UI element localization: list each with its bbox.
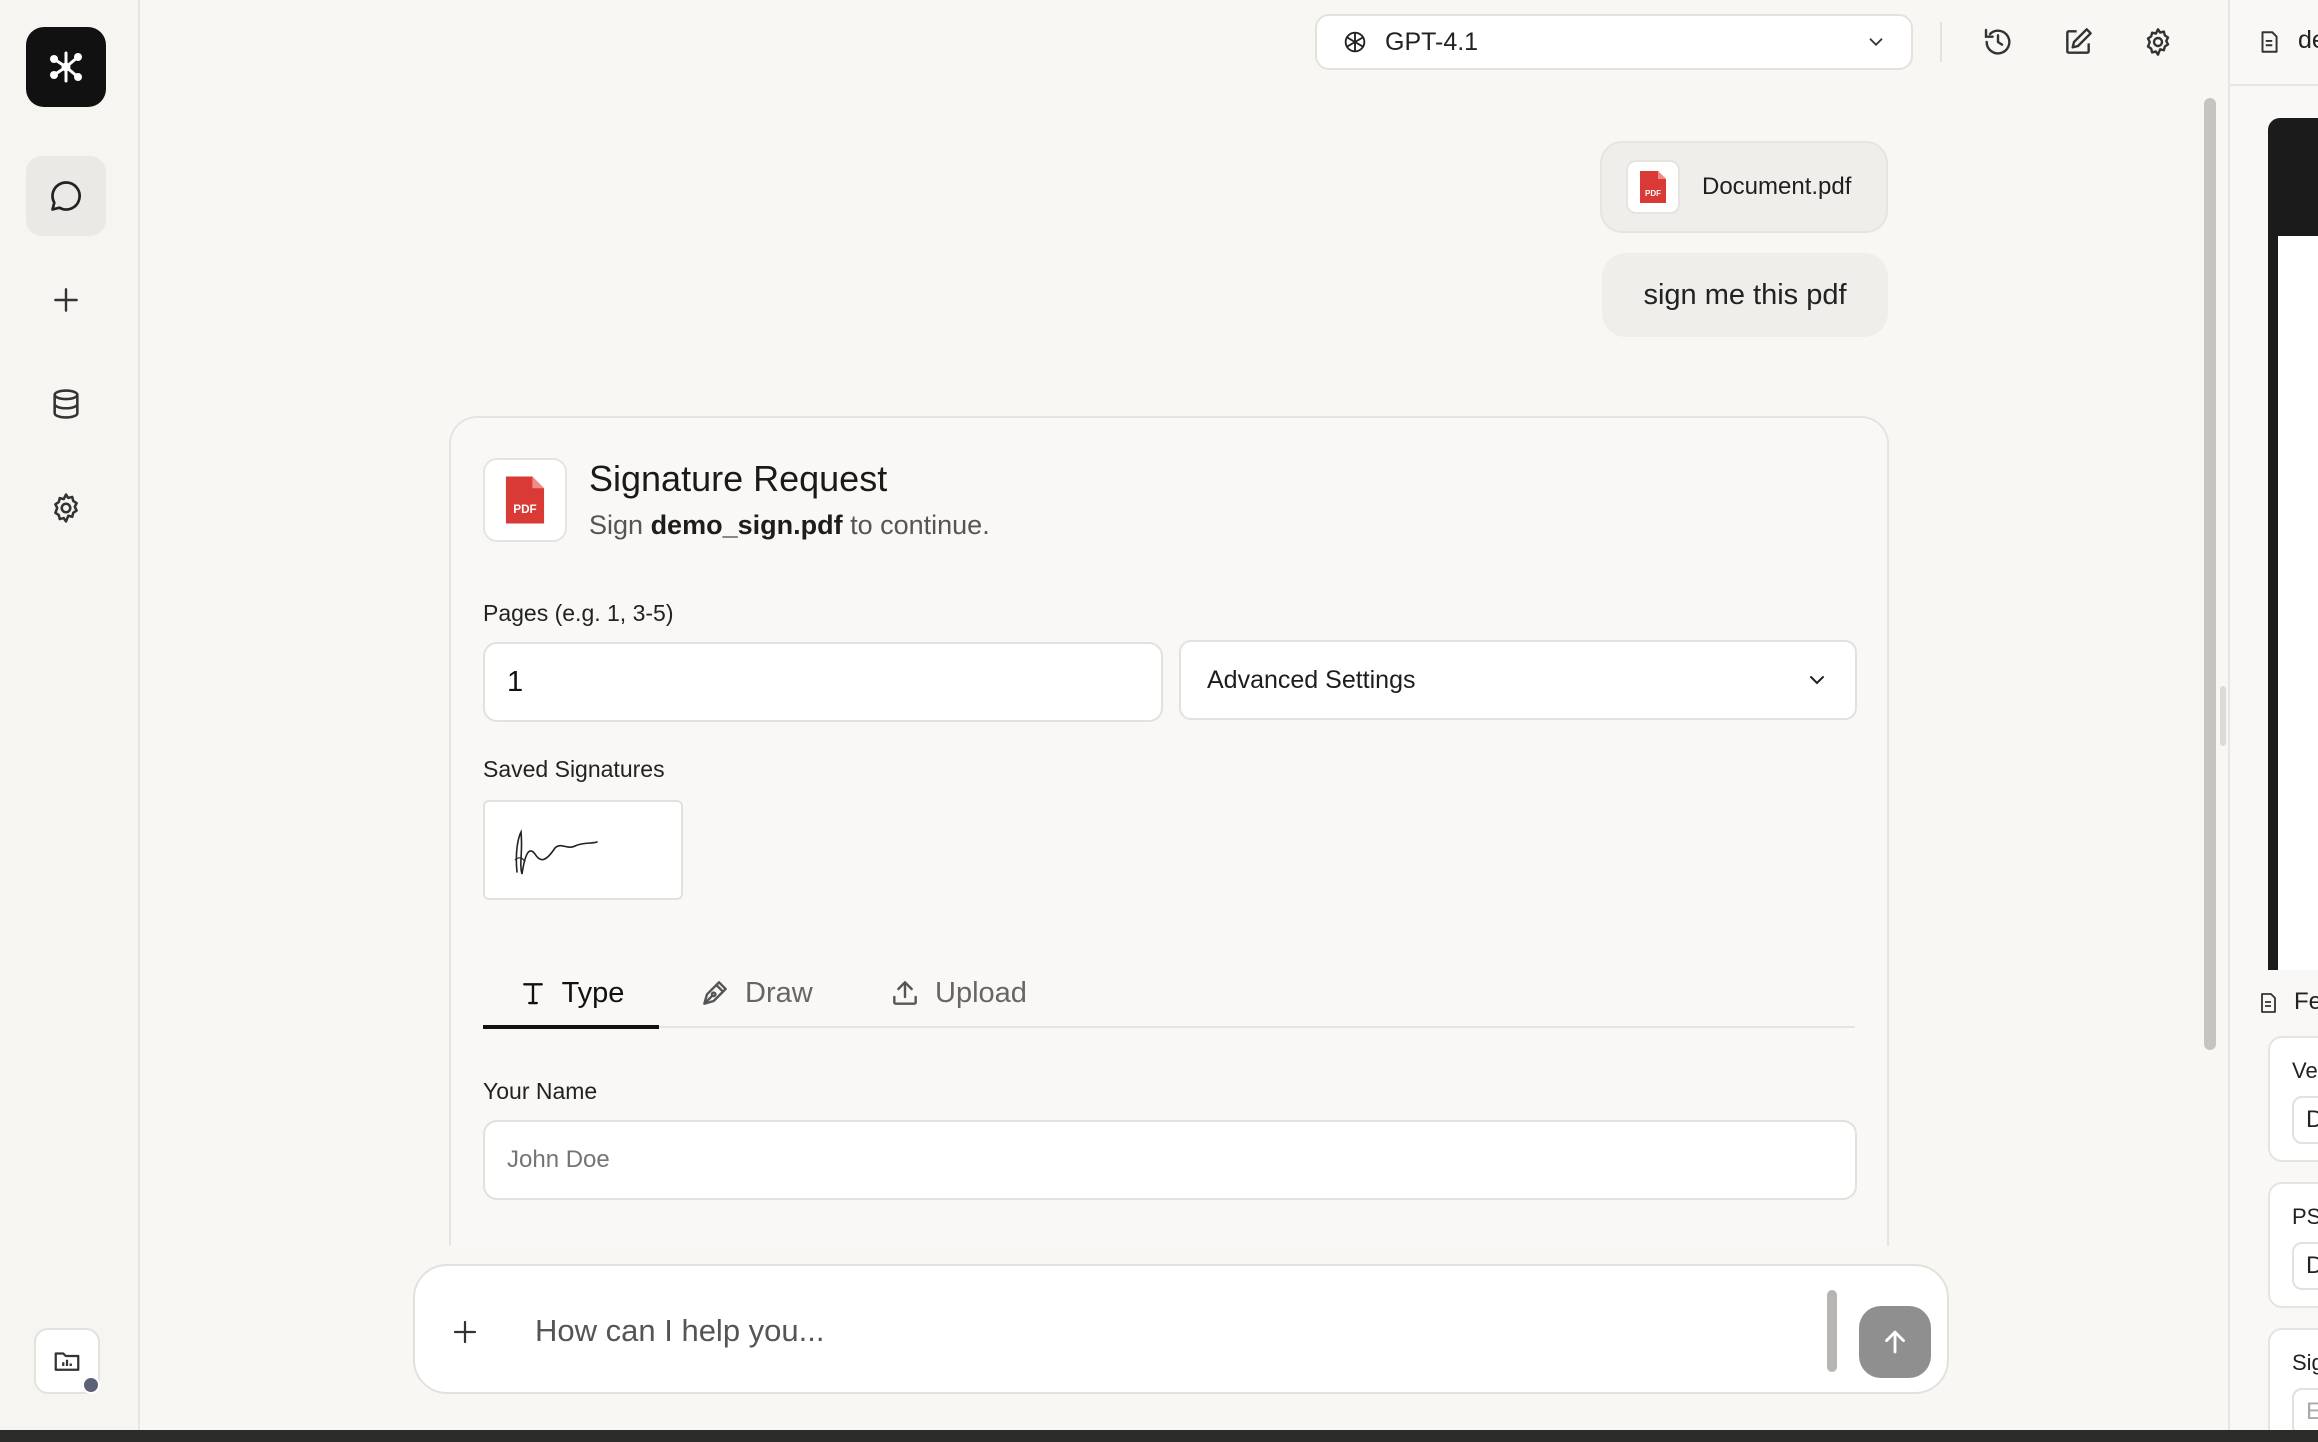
pdf-icon-text: PDF — [1645, 189, 1661, 198]
openai-icon — [1344, 31, 1366, 53]
arrow-up-icon — [1885, 1330, 1905, 1354]
field-label: PSI — [2292, 1204, 2318, 1229]
status-dot — [82, 1376, 100, 1394]
pdf-preview[interactable] — [2268, 118, 2318, 970]
sidebar — [0, 0, 140, 1430]
pdf-page — [2278, 236, 2318, 970]
panel-header: de — [2230, 0, 2318, 86]
user-message: sign me this pdf — [1602, 253, 1888, 337]
gear-icon — [54, 493, 78, 523]
advanced-settings-dropdown[interactable]: Advanced Settings — [1179, 640, 1857, 720]
pdf-file-icon: PDF — [1626, 160, 1680, 214]
chat-bubble-icon — [51, 181, 81, 211]
signature-drawing — [514, 829, 598, 875]
plus-icon — [453, 1320, 477, 1344]
tab-type-label: Type — [561, 976, 625, 1009]
main-scrollbar[interactable] — [2204, 98, 2216, 1050]
advanced-settings-label: Advanced Settings — [1207, 665, 1416, 694]
sidebar-item-new[interactable] — [26, 260, 106, 340]
card-title: Signature Request — [589, 458, 888, 499]
tab-draw-label: Draw — [745, 976, 813, 1009]
attached-file-message[interactable]: PDF Document.pdf — [1600, 141, 1888, 233]
panel-field-card: Ver D — [2268, 1036, 2318, 1162]
panel-field-card: PSI D — [2268, 1182, 2318, 1308]
new-chat-button[interactable] — [2058, 22, 2098, 62]
subtitle-prefix: Sign — [589, 510, 644, 540]
gear-icon — [2146, 28, 2170, 56]
topbar-divider — [1940, 22, 1942, 62]
document-icon — [2261, 31, 2278, 53]
sidebar-item-data[interactable] — [26, 364, 106, 444]
model-selector[interactable]: GPT-4.1 — [1315, 14, 1913, 70]
settings-button[interactable] — [2138, 22, 2178, 62]
composer-scrollbar[interactable] — [1827, 1290, 1837, 1372]
tab-type[interactable]: Type — [483, 960, 659, 1029]
signature-request-card: PDF Signature Request Sign demo_sign.pdf… — [449, 416, 1889, 1246]
history-icon — [1984, 28, 2011, 55]
workspace-button[interactable] — [34, 1328, 100, 1394]
field-input[interactable]: D — [2292, 1096, 2318, 1144]
fields-title: Fe — [2294, 988, 2318, 1015]
your-name-label: Your Name — [483, 1078, 598, 1104]
edit-icon — [2066, 28, 2092, 54]
upload-icon — [893, 981, 917, 1005]
chevron-down-icon — [1810, 676, 1824, 685]
sidebar-item-settings[interactable] — [26, 468, 106, 548]
field-label: Sig — [2292, 1350, 2318, 1375]
sidebar-item-chat[interactable] — [26, 156, 106, 236]
database-icon — [53, 389, 79, 419]
window-bottom-edge — [0, 1430, 2318, 1442]
saved-signature-thumbnail[interactable] — [483, 800, 683, 900]
card-subtitle: Sign demo_sign.pdf to continue. — [589, 510, 990, 541]
logo-icon — [50, 51, 82, 83]
tab-upload-label: Upload — [935, 976, 1027, 1009]
app-logo[interactable] — [26, 27, 106, 107]
attached-file-name: Document.pdf — [1702, 173, 1852, 200]
subtitle-file-name: demo_sign.pdf — [650, 510, 843, 540]
pdf-icon-text: PDF — [513, 503, 536, 516]
pdf-file-icon: PDF — [483, 458, 567, 542]
folder-chart-icon — [54, 1352, 80, 1371]
pages-label: Pages (e.g. 1, 3-5) — [483, 600, 674, 626]
send-button[interactable] — [1859, 1306, 1931, 1378]
panel-title: de — [2298, 26, 2318, 54]
pen-icon — [703, 981, 727, 1005]
model-name: GPT-4.1 — [1385, 27, 1479, 56]
chevron-down-icon — [1869, 38, 1883, 47]
saved-signatures-label: Saved Signatures — [483, 756, 665, 782]
attach-button[interactable] — [445, 1312, 485, 1352]
plus-icon — [54, 288, 78, 312]
signature-method-tabs: Type Draw Upload — [483, 960, 1855, 1029]
subtitle-suffix: to continue. — [850, 510, 990, 540]
message-composer — [413, 1264, 1949, 1394]
field-input[interactable]: E — [2292, 1388, 2318, 1430]
your-name-input[interactable] — [483, 1120, 1857, 1200]
tab-upload[interactable]: Upload — [889, 960, 1027, 1026]
field-label: Ver — [2292, 1058, 2318, 1083]
panel-resize-handle[interactable] — [2220, 686, 2226, 746]
field-input[interactable]: D — [2292, 1242, 2318, 1290]
panel-field-card: Sig E — [2268, 1328, 2318, 1430]
pages-input[interactable]: 1 — [483, 642, 1163, 722]
document-side-panel: de Fe Ver D PSI D Sig E — [2228, 0, 2318, 1430]
message-input[interactable] — [533, 1300, 1237, 1362]
document-icon — [2261, 993, 2276, 1013]
tab-draw[interactable]: Draw — [699, 960, 813, 1026]
pages-value: 1 — [507, 665, 524, 698]
text-t-icon — [522, 983, 543, 1005]
history-button[interactable] — [1978, 22, 2018, 62]
